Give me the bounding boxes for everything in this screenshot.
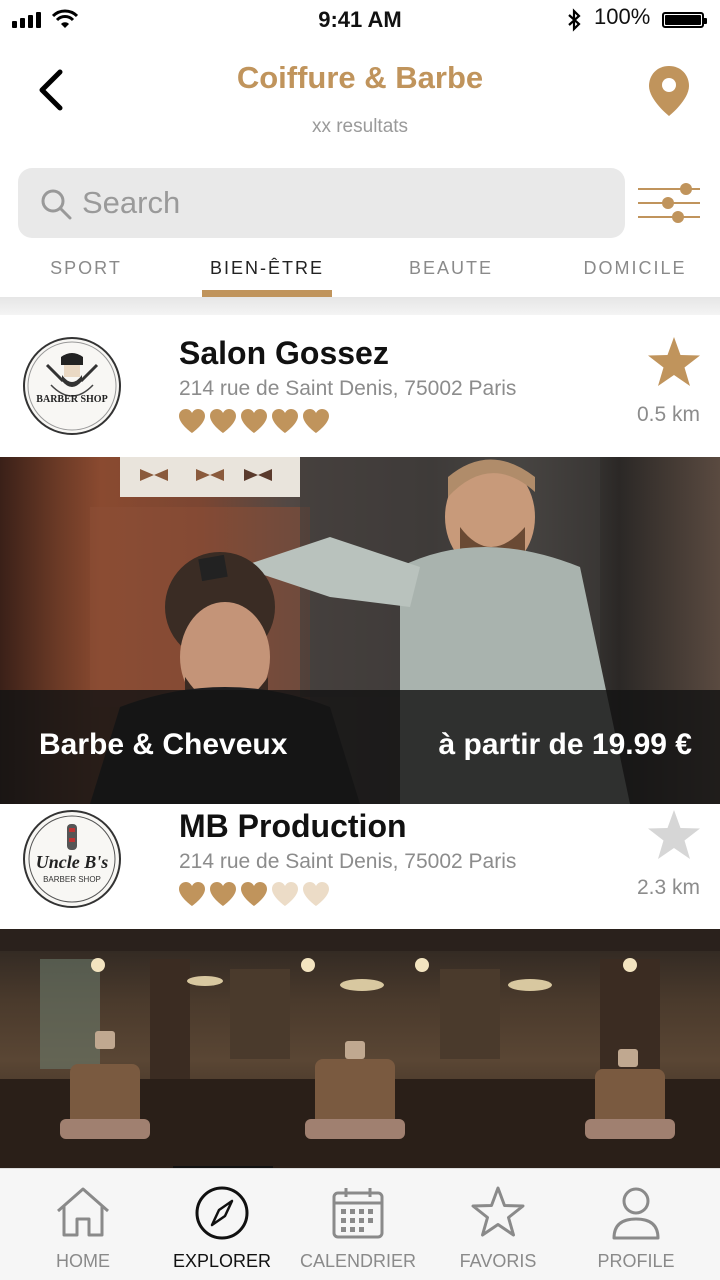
favorite-star-icon[interactable] [646, 808, 702, 862]
heart-icon [179, 409, 205, 433]
nav-explorer[interactable]: EXPLORER [152, 1169, 292, 1280]
page-title: Coiffure & Barbe [236, 60, 484, 95]
calendar-icon [332, 1188, 384, 1239]
uncle-b-logo-icon: Uncle B's BARBER SHOP [28, 815, 116, 903]
heart-icon [272, 409, 298, 433]
search-bar[interactable] [18, 168, 625, 238]
nav-profile[interactable]: PROFILE [566, 1169, 706, 1280]
heart-empty-icon [303, 882, 329, 906]
user-icon [612, 1187, 660, 1240]
listing-card[interactable]: Uncle B's BARBER SHOP MB Production 214 … [0, 804, 720, 929]
svg-text:Uncle B's: Uncle B's [36, 852, 109, 872]
svg-text:BARBER SHOP: BARBER SHOP [43, 875, 101, 884]
salon-logo: Uncle B's BARBER SHOP [23, 810, 121, 908]
bottom-navigation: HOME EXPLORER CALENDRIER FAVORIS PROFILE [0, 1168, 720, 1280]
logo-text: BARBER SHOP [36, 394, 108, 405]
home-icon [57, 1187, 109, 1237]
nav-home[interactable]: HOME [13, 1169, 153, 1280]
sliders-icon[interactable] [636, 182, 702, 224]
heart-icon [241, 882, 267, 906]
salon-address: 214 rue de Saint Denis, 75002 Paris [179, 377, 517, 400]
heart-icon [210, 882, 236, 906]
nav-favoris-label: FAVORIS [459, 1251, 537, 1271]
rating-hearts [178, 881, 330, 907]
search-input[interactable] [82, 178, 602, 228]
rating-hearts [178, 408, 330, 434]
nav-profile-label: PROFILE [597, 1251, 675, 1271]
heart-icon [179, 882, 205, 906]
battery-percent: 100% [594, 4, 651, 29]
bluetooth-icon [568, 8, 581, 32]
nav-explorer-label: EXPLORER [172, 1251, 272, 1271]
active-tab-indicator [202, 290, 332, 297]
offer-banner: Barbe & Cheveux à partir de 19.99 € [0, 690, 720, 804]
barbershop-interior-illustration [0, 929, 720, 1168]
category-tabs: SPORT BIEN-ÊTRE BEAUTE DOMICILE [0, 248, 720, 298]
barber-logo-icon [27, 341, 117, 431]
battery-icon [662, 12, 707, 28]
salon-name: Salon Gossez [179, 335, 389, 371]
nav-calendrier[interactable]: CALENDRIER [288, 1169, 428, 1280]
listing-card[interactable]: BARBER SHOP Salon Gossez 214 rue de Sain… [0, 315, 720, 457]
salon-distance: 2.3 km [636, 876, 700, 899]
heart-empty-icon [272, 882, 298, 906]
heart-icon [241, 409, 267, 433]
search-icon [41, 189, 72, 220]
tab-beaute[interactable]: BEAUTE [396, 258, 506, 279]
salon-photo[interactable] [0, 929, 720, 1168]
status-bar: 9:41 AM 100% [0, 0, 720, 40]
map-pin-icon[interactable] [646, 64, 692, 118]
tab-domicile[interactable]: DOMICILE [570, 258, 700, 279]
tab-bien-etre[interactable]: BIEN-ÊTRE [192, 258, 342, 279]
salon-distance: 0.5 km [636, 403, 700, 426]
offer-label: Barbe & Cheveux [39, 728, 288, 761]
tab-sport[interactable]: SPORT [36, 258, 136, 279]
salon-name: MB Production [179, 808, 407, 844]
offer-price: à partir de 19.99 € [438, 728, 692, 761]
heart-icon [303, 409, 329, 433]
nav-favoris[interactable]: FAVORIS [428, 1169, 568, 1280]
nav-calendrier-label: CALENDRIER [299, 1251, 417, 1271]
salon-logo: BARBER SHOP [23, 337, 121, 435]
compass-icon [195, 1186, 249, 1240]
results-count: xx resultats [311, 116, 409, 137]
salon-photo[interactable]: Barbe & Cheveux à partir de 19.99 € [0, 457, 720, 804]
heart-icon [210, 409, 236, 433]
nav-home-label: HOME [56, 1251, 110, 1271]
tabs-divider [0, 297, 720, 315]
salon-address: 214 rue de Saint Denis, 75002 Paris [179, 850, 517, 873]
favorite-star-icon[interactable] [646, 335, 702, 389]
star-outline-icon [471, 1186, 525, 1237]
